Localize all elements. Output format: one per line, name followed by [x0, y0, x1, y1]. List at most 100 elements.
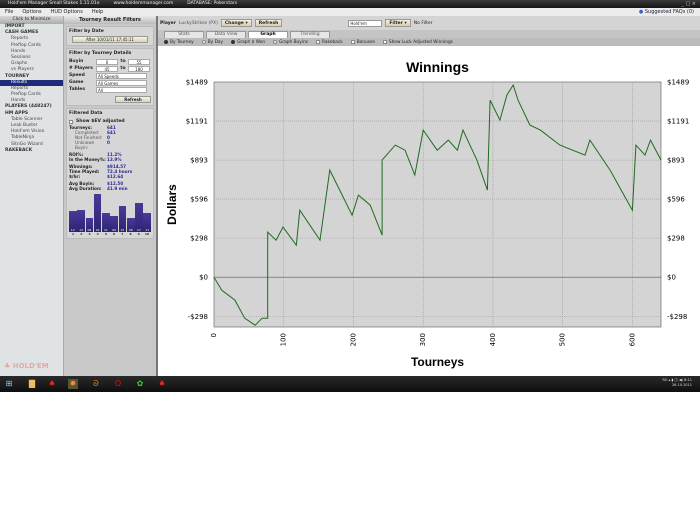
- menu-help[interactable]: Help: [92, 9, 103, 15]
- icq-icon[interactable]: ✿: [135, 379, 145, 389]
- bar-label: 4: [96, 232, 99, 236]
- tables-select[interactable]: All: [96, 86, 147, 93]
- radio-button[interactable]: [273, 40, 278, 44]
- y-tick-label: $596: [190, 196, 208, 204]
- y-tick-label: -$298: [188, 313, 208, 321]
- checkbox[interactable]: [382, 40, 387, 44]
- option-by-tourney[interactable]: By Tourney: [164, 40, 194, 45]
- stat-value: 13.9%: [107, 157, 122, 162]
- system-tray: RU ▴ ▮ ◫ ◀) 8:11 26.10.2011: [662, 378, 693, 387]
- y-tick-label-right: -$298: [667, 313, 687, 321]
- tab-bar: Stats Data View Graph Trending: [158, 30, 700, 38]
- pokerstars-icon[interactable]: ♠: [47, 379, 57, 389]
- window-controls: _ □ ×: [681, 0, 696, 8]
- help-icon: ●: [638, 9, 644, 15]
- date-filter-button[interactable]: After 10/01/11 17:45:11: [72, 36, 148, 43]
- sidebar-nav: Click to Minimize IMPORT CASH GAMES Report…: [0, 16, 64, 376]
- player-toolbar: Player LuckyStrikes (PX) Change ▾ Refres…: [158, 16, 700, 30]
- option-label: Show Luck Adjusted Winnings: [388, 39, 453, 45]
- radio-button[interactable]: [164, 40, 168, 44]
- suggested-faqs-link[interactable]: ● Suggested FAQs (0): [639, 8, 694, 16]
- x-axis-label: Tourneys: [411, 355, 464, 369]
- game-select[interactable]: All Games: [96, 79, 147, 86]
- bar-label: 7: [121, 232, 124, 236]
- database-label: DATABASE: Pokerstars: [187, 1, 238, 6]
- change-button[interactable]: Change ▾: [220, 19, 252, 27]
- show-ev-label: Show $EV adjusted: [76, 119, 125, 124]
- app-icon[interactable]: ᘐ: [91, 379, 101, 389]
- no-filter-label: No Filter: [413, 20, 433, 26]
- option-label: Bonuses: [356, 39, 375, 45]
- finish-bar: 11: [143, 213, 152, 232]
- tab-graph[interactable]: Graph: [248, 31, 288, 38]
- option-graph-buyins[interactable]: Graph Buyins: [273, 40, 308, 45]
- finish-bar: 17: [135, 202, 143, 232]
- filter-button[interactable]: Filter ▾: [385, 19, 411, 27]
- filter-refresh-button[interactable]: Refresh: [115, 96, 151, 103]
- x-tick-label: 0: [210, 333, 218, 337]
- stat-value: 0: [107, 140, 110, 145]
- tab-trending[interactable]: Trending: [290, 31, 330, 38]
- buyin-to-input[interactable]: 55: [128, 58, 150, 65]
- speed-label: Speed: [69, 73, 85, 78]
- graph-options: By Tourney By Day Graph $ Won Graph Buyins R…: [158, 38, 700, 46]
- tab-data-view[interactable]: Data View: [206, 31, 246, 38]
- player-name: LuckyStrikes (PX): [178, 20, 218, 26]
- buyin-from-input[interactable]: 0: [96, 58, 118, 65]
- start-button[interactable]: ⊞: [4, 379, 14, 389]
- option-label: By Tourney: [170, 39, 194, 45]
- sidebar-item[interactable]: RAKEBACK: [0, 148, 63, 154]
- menu-file[interactable]: File: [5, 9, 13, 15]
- game-type-select[interactable]: Hold'em: [348, 19, 383, 27]
- finish-bar: 08: [85, 218, 94, 232]
- faq-label: Suggested FAQs (0): [644, 9, 694, 15]
- y-tick-label: $1489: [186, 79, 208, 87]
- radio-button[interactable]: [231, 40, 236, 44]
- tab-stats[interactable]: Stats: [164, 31, 204, 38]
- checkbox[interactable]: [315, 40, 320, 44]
- tables-label: Tables: [69, 87, 86, 92]
- refresh-button[interactable]: Refresh: [254, 19, 283, 27]
- option-show-luck-adjusted-winnings[interactable]: Show Luck Adjusted Winnings: [382, 39, 453, 45]
- y-tick-label: $1191: [186, 118, 208, 126]
- checkbox[interactable]: [350, 40, 355, 44]
- speed-select[interactable]: All Speeds: [96, 72, 147, 79]
- players-from-input[interactable]: 45: [96, 65, 118, 72]
- x-tick-label: 300: [419, 333, 427, 346]
- option-label: Rakeback: [321, 39, 343, 45]
- show-ev-checkbox[interactable]: [69, 119, 73, 124]
- change-label: Change: [224, 21, 244, 26]
- menu-hud-options[interactable]: HUD Options: [51, 9, 83, 15]
- option-by-day[interactable]: By Day: [201, 40, 223, 45]
- maximize-button[interactable]: □: [685, 1, 690, 7]
- stat-row: Avg Duration: 41.9 min: [69, 186, 151, 191]
- option-bonuses[interactable]: Bonuses: [350, 39, 375, 45]
- players-to-input[interactable]: 180: [128, 65, 150, 72]
- y-tick-label-right: $298: [667, 235, 685, 243]
- filter-panel: Tourney Result Filters Filter by Date Af…: [64, 16, 158, 376]
- close-button[interactable]: ×: [692, 1, 696, 7]
- minimize-button[interactable]: _: [681, 1, 684, 7]
- minimize-nav-button[interactable]: Click to Minimize: [0, 16, 63, 24]
- x-tick-label: 600: [628, 333, 636, 346]
- language-indicator[interactable]: RU: [663, 378, 668, 382]
- site-url: www.holdemmanager.com: [113, 1, 174, 6]
- filter-panel-title: Tourney Result Filters: [64, 16, 156, 24]
- y-tick-label-right: $596: [667, 196, 685, 204]
- option-graph-won[interactable]: Graph $ Won: [231, 40, 265, 45]
- y-tick-label-right: $1191: [667, 118, 689, 126]
- menu-bar: File Options HUD Options Help: [0, 8, 700, 16]
- explorer-icon[interactable]: ▇: [27, 379, 37, 389]
- stat-label: Unknown Buyin:: [75, 140, 95, 150]
- date-filter-box: Filter by Date After 10/01/11 17:45:11: [66, 26, 154, 46]
- opera-icon[interactable]: O: [113, 379, 123, 389]
- option-rakeback[interactable]: Rakeback: [315, 39, 343, 45]
- menu-options[interactable]: Options: [22, 9, 41, 15]
- radio-button[interactable]: [201, 40, 206, 44]
- y-tick-label-right: $0: [667, 274, 676, 282]
- holdem-manager-icon[interactable]: ✹: [68, 379, 78, 389]
- winnings-chart: Winnings Tourneys Dollars $1489 $1489 $1191 $1…: [165, 59, 689, 369]
- pokerstars-icon-2[interactable]: ♠: [157, 379, 167, 389]
- finish-bar: 12: [69, 211, 77, 232]
- y-tick-label: $893: [190, 157, 208, 165]
